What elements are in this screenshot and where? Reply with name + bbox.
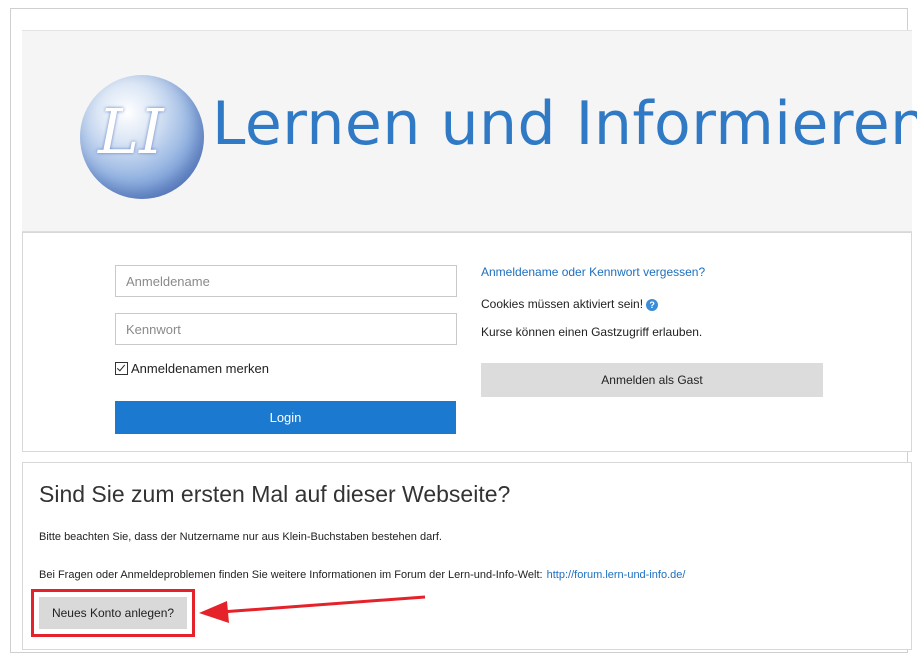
username-note: Bitte beachten Sie, dass der Nutzername … bbox=[39, 531, 442, 543]
login-help-column: Anmeldename oder Kennwort vergessen? Coo… bbox=[481, 265, 901, 339]
remember-label: Anmeldenamen merken bbox=[131, 361, 270, 376]
remember-username[interactable]: Anmeldenamen merken bbox=[115, 361, 269, 376]
guest-access-text: Kurse können einen Gastzugriff erlauben. bbox=[481, 325, 703, 339]
password-input[interactable] bbox=[115, 313, 457, 345]
remember-checkbox[interactable] bbox=[115, 362, 128, 375]
help-icon[interactable]: ? bbox=[646, 298, 659, 311]
forum-note-text: Bei Fragen oder Anmeldeproblemen finden … bbox=[39, 569, 543, 581]
logo-letters: LI bbox=[98, 95, 164, 168]
site-logo[interactable]: LI Lernen und Informieren bbox=[80, 71, 917, 199]
login-panel: Anmeldenamen merken Login Anmeldename od… bbox=[22, 232, 912, 452]
forum-note: Bei Fragen oder Anmeldeproblemen finden … bbox=[39, 569, 685, 581]
signup-panel: Sind Sie zum ersten Mal auf dieser Webse… bbox=[22, 462, 912, 650]
signup-title: Sind Sie zum ersten Mal auf dieser Webse… bbox=[39, 481, 511, 507]
cookies-notice: Cookies müssen aktiviert sein!? bbox=[481, 297, 901, 311]
login-button[interactable]: Login bbox=[115, 401, 456, 434]
forgot-password-link[interactable]: Anmeldename oder Kennwort vergessen? bbox=[481, 265, 901, 279]
cookies-text: Cookies müssen aktiviert sein! bbox=[481, 297, 644, 311]
site-header: LI Lernen und Informieren bbox=[22, 30, 917, 232]
forum-link[interactable]: http://forum.lern-und-info.de/ bbox=[547, 569, 686, 581]
site-name: Lernen und Informieren bbox=[212, 89, 917, 159]
annotation-arrow-icon bbox=[199, 595, 426, 623]
username-input[interactable] bbox=[115, 265, 457, 297]
new-account-button[interactable]: Neues Konto anlegen? bbox=[39, 597, 187, 629]
guest-login-button[interactable]: Anmelden als Gast bbox=[481, 363, 823, 397]
